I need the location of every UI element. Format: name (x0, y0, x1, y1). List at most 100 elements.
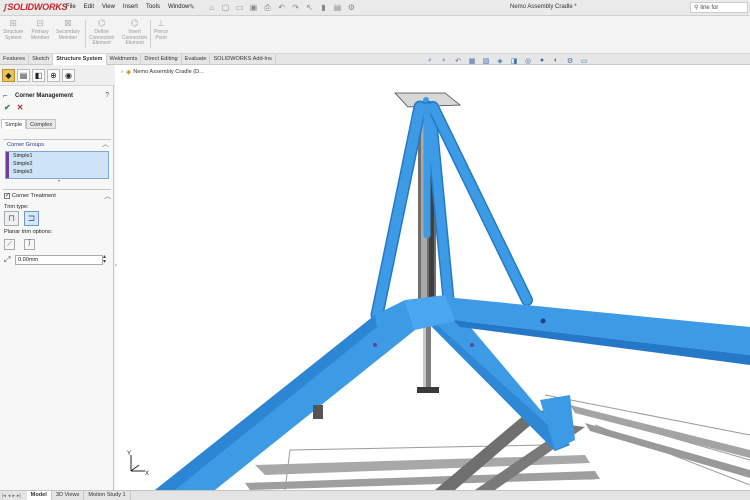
primary-member-button[interactable]: ⊟ Primary Member (31, 18, 49, 41)
insert-connection-button[interactable]: ⌬ Insert Connection Element (122, 18, 147, 47)
redo-icon[interactable]: ↷ (290, 2, 301, 13)
model-viewport[interactable] (115, 65, 750, 490)
save-icon[interactable]: ▣ (248, 2, 259, 13)
select-icon[interactable]: ↖ (304, 2, 315, 13)
options-icon[interactable]: ⚙ (346, 2, 357, 13)
collapse-chevron-icon[interactable]: ︿ (104, 191, 111, 201)
command-separator (85, 20, 86, 48)
tab-simple[interactable]: Simple (1, 119, 27, 129)
tab-solidworks-addins[interactable]: SOLIDWORKS Add-Ins (210, 54, 276, 65)
axis-triad: Y X (127, 451, 149, 477)
corner-management-icon: ⌐ (3, 91, 8, 100)
menu-tools[interactable]: Tools (146, 4, 160, 10)
bodies-cut-option-button[interactable]: ⟌ (24, 239, 35, 250)
last-tab-icon[interactable]: ▸| (17, 493, 21, 499)
insert-connection-icon: ⌬ (130, 17, 139, 28)
planar-trim-icon: ⊐ (27, 213, 36, 223)
corner-groups-list[interactable]: Simple1 Simple2 Simple3 (5, 151, 109, 179)
bottom-tabs: |◂ ◂ ▸ ▸| Model 3D Views Motion Study 1 (0, 490, 750, 500)
search-box[interactable]: ⚲ line for (690, 2, 748, 13)
tab-weldments[interactable]: Weldments (107, 54, 142, 65)
list-item[interactable]: Simple2 (13, 161, 32, 167)
menu-view[interactable]: View (102, 4, 115, 10)
solidworks-window: ʃSOLIDWORKS File Edit View Insert Tools … (0, 0, 750, 500)
tab-direct-editing[interactable]: Direct Editing (141, 54, 182, 65)
configurationmanager-tab-icon[interactable]: ◧ (32, 68, 45, 82)
trim-type-label: Trim type: (4, 204, 29, 210)
collapse-chevron-icon[interactable]: ︿ (102, 140, 109, 150)
propertymanager-tab-icon[interactable]: ▤ (17, 68, 30, 82)
ok-button[interactable]: ✔ (4, 103, 11, 112)
resize-handle[interactable]: • (58, 179, 60, 185)
define-connection-button[interactable]: ⌬ Define Connection Element (89, 18, 114, 47)
ds-logo-icon: ʃ (4, 3, 7, 12)
graphics-area[interactable]: › ◈ Nemo Assembly Cradle (D... ‹ Y X (115, 65, 750, 490)
corner-treatment-checkbox[interactable]: ✓ (4, 193, 10, 199)
dimxpert-tab-icon[interactable]: ⊕ (47, 68, 60, 82)
display-pane-icon[interactable]: ▭ (579, 56, 589, 65)
display-manager-tab-icon[interactable]: ◉ (62, 68, 75, 82)
menu-insert[interactable]: Insert (123, 4, 138, 10)
corner-groups-header[interactable]: Corner Groups ︿ (3, 140, 111, 150)
tab-complex[interactable]: Complex (26, 119, 57, 129)
featuremanager-tab-icon[interactable]: ◆ (2, 68, 15, 82)
prev-tab-icon[interactable]: ◂ (8, 493, 11, 499)
gap-spinner[interactable]: ▴ ▾ (103, 254, 106, 265)
braces (370, 100, 533, 322)
bodies-cut-icon: ⟌ (28, 240, 31, 248)
tab-3d-views[interactable]: 3D Views (52, 491, 85, 500)
file-properties-icon[interactable]: ▤ (332, 2, 343, 13)
secondary-member-label: Secondary Member (56, 29, 80, 41)
view-orientation-icon[interactable]: ◈ (495, 56, 505, 65)
planar-cut-option-button[interactable]: ⟋ (4, 239, 15, 250)
primary-member-label: Primary Member (31, 29, 50, 41)
list-item[interactable]: Simple3 (13, 169, 32, 175)
gap-distance-field[interactable]: 0.00mm (15, 255, 103, 265)
help-icon[interactable]: ? (105, 92, 109, 99)
zoom-to-area-icon[interactable]: ⌕ (439, 56, 449, 65)
corner-treatment-checkbox-row[interactable]: ✓ Corner Treatment ︿ (4, 193, 111, 200)
display-style-icon[interactable]: ◨ (509, 56, 519, 65)
secondary-member-button[interactable]: ⊠ Secondary Member (56, 18, 80, 41)
first-tab-icon[interactable]: |◂ (2, 493, 6, 499)
tab-sketch[interactable]: Sketch (29, 54, 54, 65)
undo-icon[interactable]: ↶ (276, 2, 287, 13)
tab-structure-system[interactable]: Structure System (53, 54, 107, 65)
zoom-to-fit-icon[interactable]: ⌕ (425, 56, 435, 65)
edit-appearance-icon[interactable]: ● (537, 56, 547, 65)
selection-color-bar (6, 152, 9, 178)
end-trim-icon: ⊓ (7, 213, 16, 223)
tab-model[interactable]: Model (26, 491, 52, 500)
pin-icon[interactable]: ✎ (189, 3, 195, 11)
solidworks-logo[interactable]: ʃSOLIDWORKS (4, 2, 68, 12)
print-icon[interactable]: ⎙ (262, 2, 273, 13)
tab-motion-study[interactable]: Motion Study 1 (84, 491, 131, 500)
menu-window[interactable]: Window (168, 4, 189, 10)
property-manager-panel: ◆ ▤ ◧ ⊕ ◉ ⌐ Corner Management ? ✔ ✕ Simp… (0, 65, 114, 490)
apply-scene-icon[interactable]: ◐ (551, 56, 561, 65)
next-tab-icon[interactable]: ▸ (12, 493, 15, 499)
corner-groups-label: Corner Groups (7, 142, 44, 148)
end-trim-button[interactable]: ⊓ (4, 211, 19, 226)
planar-trim-button[interactable]: ⊐ (24, 211, 39, 226)
new-document-icon[interactable]: ▢ (220, 2, 231, 13)
rebuild-icon[interactable]: ▮ (318, 2, 329, 13)
section-view-icon[interactable]: ▦ (467, 56, 477, 65)
tab-features[interactable]: Features (0, 54, 30, 65)
tab-scroll-arrows[interactable]: |◂ ◂ ▸ ▸| (2, 493, 21, 499)
open-icon[interactable]: ▭ (234, 2, 245, 13)
previous-view-icon[interactable]: ↶ (453, 56, 463, 65)
corner-treatment-section (3, 189, 111, 190)
cancel-button[interactable]: ✕ (17, 103, 24, 112)
view-settings-icon[interactable]: ⚙ (565, 56, 575, 65)
dynamic-annotation-icon[interactable]: ▧ (481, 56, 491, 65)
menu-edit[interactable]: Edit (84, 4, 94, 10)
structure-system-button[interactable]: ⊞ Structure System (3, 18, 23, 41)
menu-file[interactable]: File (66, 4, 76, 10)
list-item[interactable]: Simple1 (13, 153, 32, 159)
hide-show-items-icon[interactable]: ◎ (523, 56, 533, 65)
home-icon[interactable]: ⌂ (206, 2, 217, 13)
command-tabs: Features Sketch Structure System Weldmen… (0, 54, 750, 65)
pierce-point-button[interactable]: ⊥ Pierce Point (154, 18, 168, 41)
tab-evaluate[interactable]: Evaluate (182, 54, 211, 65)
